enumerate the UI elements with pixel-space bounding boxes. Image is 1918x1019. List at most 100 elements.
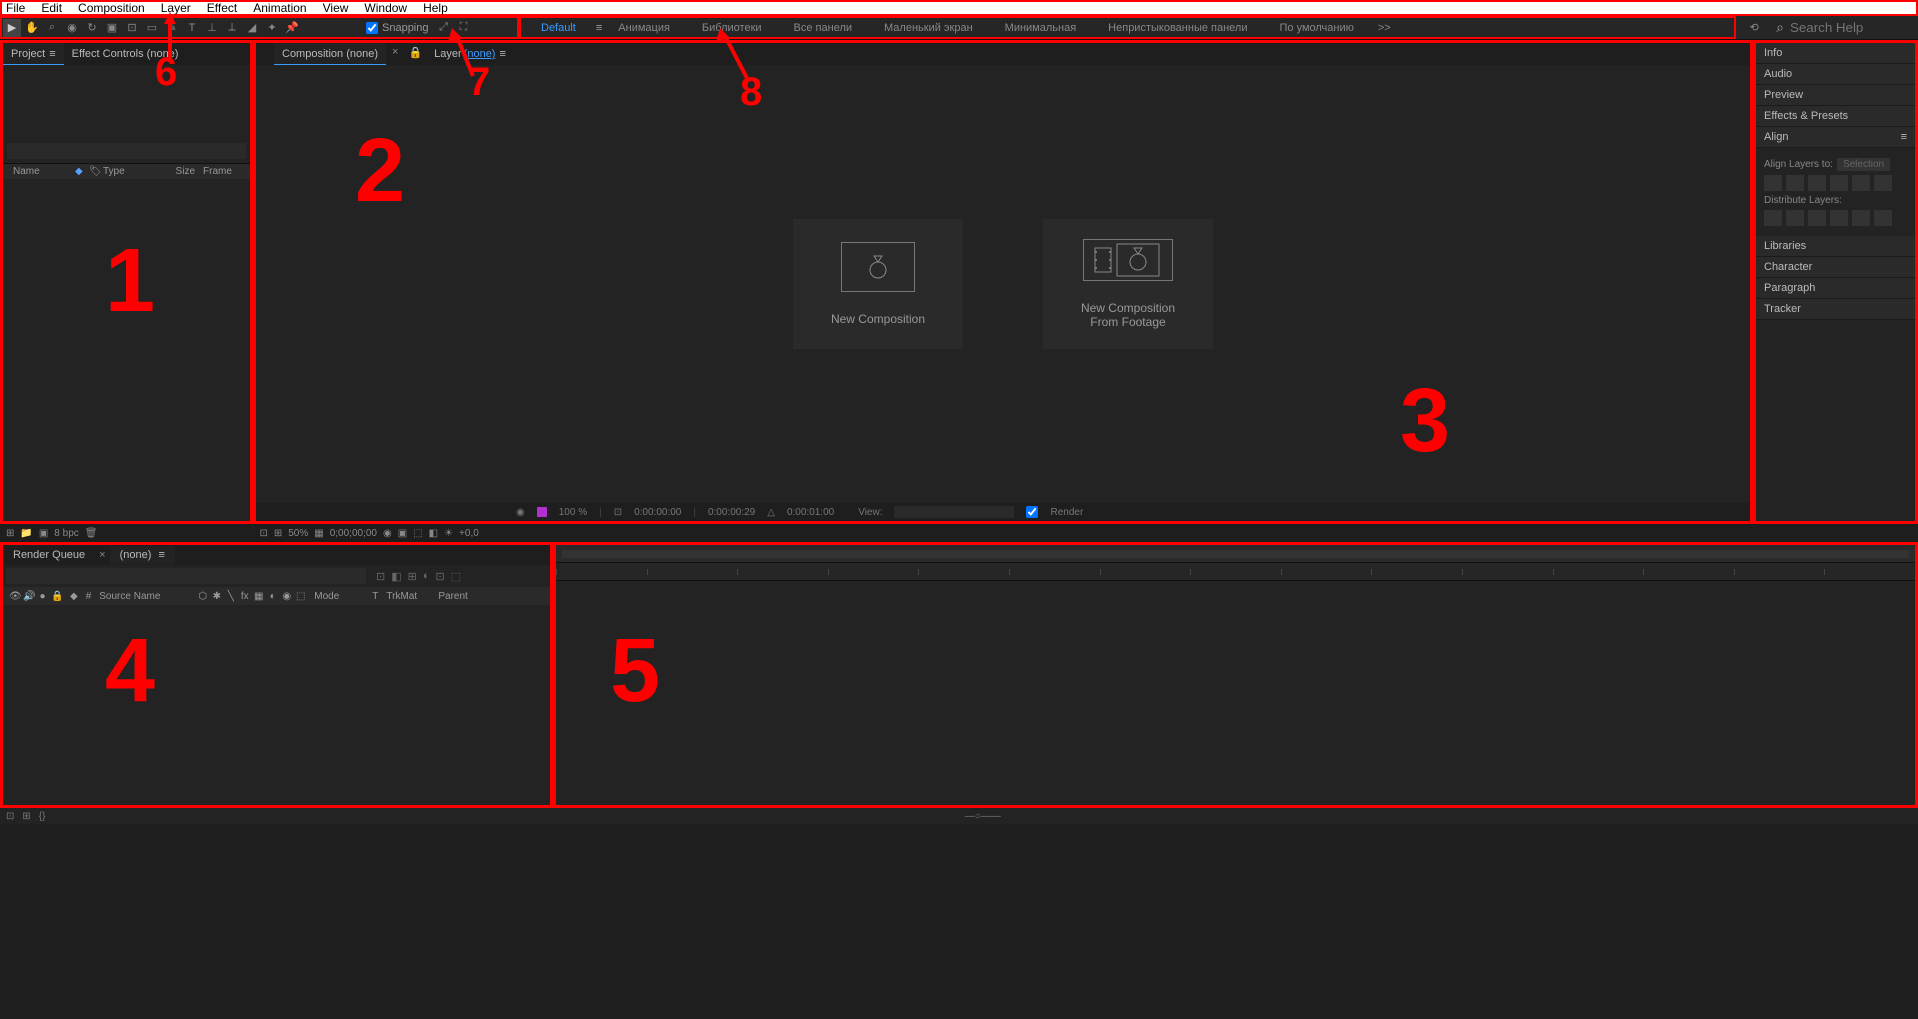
panel-character[interactable]: Character [1756,257,1915,278]
trash-icon[interactable]: 🗑 [85,528,98,539]
align-vcenter-icon[interactable] [1852,175,1870,191]
hash-col[interactable]: # [86,591,92,602]
panel-libraries[interactable]: Libraries [1756,236,1915,257]
align-menu-icon[interactable]: ≡ [1901,131,1907,143]
layer-tab-menu-icon[interactable]: ≡ [499,48,505,60]
mag-icon[interactable]: ⊡ [259,528,267,539]
project-tab[interactable]: Project ≡ [3,43,64,65]
menu-animation[interactable]: Animation [245,1,314,15]
col-type[interactable]: Type [99,166,163,177]
layer-tab-link[interactable]: (none) [464,48,496,60]
res-icon[interactable]: ▦ [314,528,323,539]
help-search[interactable] [1776,19,1910,36]
dist-4-icon[interactable] [1830,210,1848,226]
rotate-tool-icon[interactable]: ↻ [83,19,101,37]
pan-behind-tool-icon[interactable]: ⊡ [123,19,141,37]
col-frame[interactable]: Frame [199,166,235,177]
shy-icon[interactable]: ⬡ [197,591,208,602]
mid-zoom[interactable]: 50% [288,528,308,539]
mid-offset[interactable]: +0,0 [459,528,479,539]
collapse-icon[interactable]: ✱ [211,591,222,602]
tl-icon-3[interactable]: ⊞ [408,570,417,583]
t-col[interactable]: T [372,591,378,602]
toggle-modes-icon[interactable]: ⊞ [22,811,30,822]
mask-icon[interactable]: ▣ [398,528,407,539]
comp-time-2[interactable]: 0:00:00:29 [708,507,755,518]
brush-tool-icon[interactable]: ⊥ [203,19,221,37]
roto-tool-icon[interactable]: ✦ [263,19,281,37]
panel-paragraph[interactable]: Paragraph [1756,278,1915,299]
pen-tool-icon[interactable]: ✎ [163,19,181,37]
lock-toggle-icon[interactable]: 🔒 [51,591,62,602]
col-tag-icon[interactable]: 🏷 [85,166,99,177]
reset-workspace-icon[interactable]: ⟲ [1745,19,1763,37]
workspace-allpanels[interactable]: Все панели [778,22,868,34]
mid-time[interactable]: 0;00;00;00 [330,528,377,539]
camera-tool-icon[interactable]: ▣ [103,19,121,37]
timeline-search-input[interactable] [6,568,366,584]
menu-edit[interactable]: Edit [33,1,70,15]
dist-6-icon[interactable] [1874,210,1892,226]
snapping-opt2-icon[interactable]: ⛶ [455,19,473,37]
orbit-tool-icon[interactable]: ◉ [63,19,81,37]
dist-1-icon[interactable] [1764,210,1782,226]
comp-viewer[interactable]: New Composition New Composition From Foo… [256,65,1750,503]
panel-info[interactable]: Info [1756,43,1915,64]
project-items-area[interactable] [3,179,250,469]
motion-blur-icon[interactable]: ◐ [267,591,278,602]
help-search-input[interactable] [1790,20,1910,35]
col-name[interactable]: Name [9,166,71,177]
align-right-icon[interactable] [1808,175,1826,191]
audio-toggle-icon[interactable]: 🔊 [23,591,34,602]
exposure-icon[interactable]: ☀ [444,528,453,539]
3d-layer-icon[interactable]: ⬚ [295,591,306,602]
render-queue-tab[interactable]: Render Queue [3,546,95,564]
workspace-default[interactable]: Default [525,22,592,34]
parent-col[interactable]: Parent [438,591,467,602]
comp-icon-small[interactable]: ▣ [39,528,48,539]
composition-tab[interactable]: Composition (none) [274,43,386,65]
new-composition-button[interactable]: New Composition [793,219,963,349]
align-bottom-icon[interactable] [1874,175,1892,191]
align-left-icon[interactable] [1764,175,1782,191]
snap-icon[interactable]: ◉ [383,528,392,539]
rq-close-icon[interactable]: × [95,549,109,561]
timeline-none-tab[interactable]: (none) ≡ [110,546,175,564]
workspace-defaultru[interactable]: По умолчанию [1263,22,1369,34]
col-size[interactable]: Size [163,166,199,177]
render-checkbox[interactable] [1026,506,1038,518]
tab-close-icon[interactable]: × [386,43,404,65]
panel-audio[interactable]: Audio [1756,64,1915,85]
menu-help[interactable]: Help [415,1,456,15]
tl-icon-6[interactable]: ⬚ [451,570,461,583]
lock-icon[interactable]: 🔒 [404,43,426,65]
video-toggle-icon[interactable]: 👁 [9,591,20,602]
folder-icon[interactable]: 📁 [20,528,32,539]
selection-tool-icon[interactable]: ▶ [3,19,21,37]
panel-align[interactable]: Align≡ [1756,127,1915,148]
snapping-checkbox[interactable] [366,22,378,34]
toggle-switches-icon[interactable]: ⊡ [6,811,14,822]
view-dropdown[interactable] [894,506,1014,518]
footer-color-swatch[interactable] [537,507,547,517]
tl-icon-4[interactable]: ◐ [423,570,430,583]
project-tab-menu-icon[interactable]: ≡ [49,48,55,60]
rect-tool-icon[interactable]: ▭ [143,19,161,37]
3d-icon[interactable]: ⬚ [413,528,422,539]
label-col-icon[interactable]: ◆ [70,591,78,602]
none-tab-menu-icon[interactable]: ≡ [158,549,164,561]
text-tool-icon[interactable]: T [183,19,201,37]
adjustment-icon[interactable]: ◉ [281,591,292,602]
grid-icon[interactable]: ⊞ [274,528,282,539]
menu-composition[interactable]: Composition [70,1,153,15]
snapping-toggle[interactable]: Snapping [366,22,429,34]
channels-icon[interactable]: ◧ [429,528,438,539]
quality-icon[interactable]: ╲ [225,591,236,602]
stamp-tool-icon[interactable]: ⟂ [223,19,241,37]
new-comp-from-footage-button[interactable]: New Composition From Footage [1043,219,1213,349]
panel-effects-presets[interactable]: Effects & Presets [1756,106,1915,127]
workspace-overflow[interactable]: >> [1370,22,1399,34]
zoom-tool-icon[interactable]: ⌕ [43,19,61,37]
zoom-slider[interactable]: —○—— [965,811,1001,822]
comp-zoom[interactable]: 100 % [559,507,587,518]
